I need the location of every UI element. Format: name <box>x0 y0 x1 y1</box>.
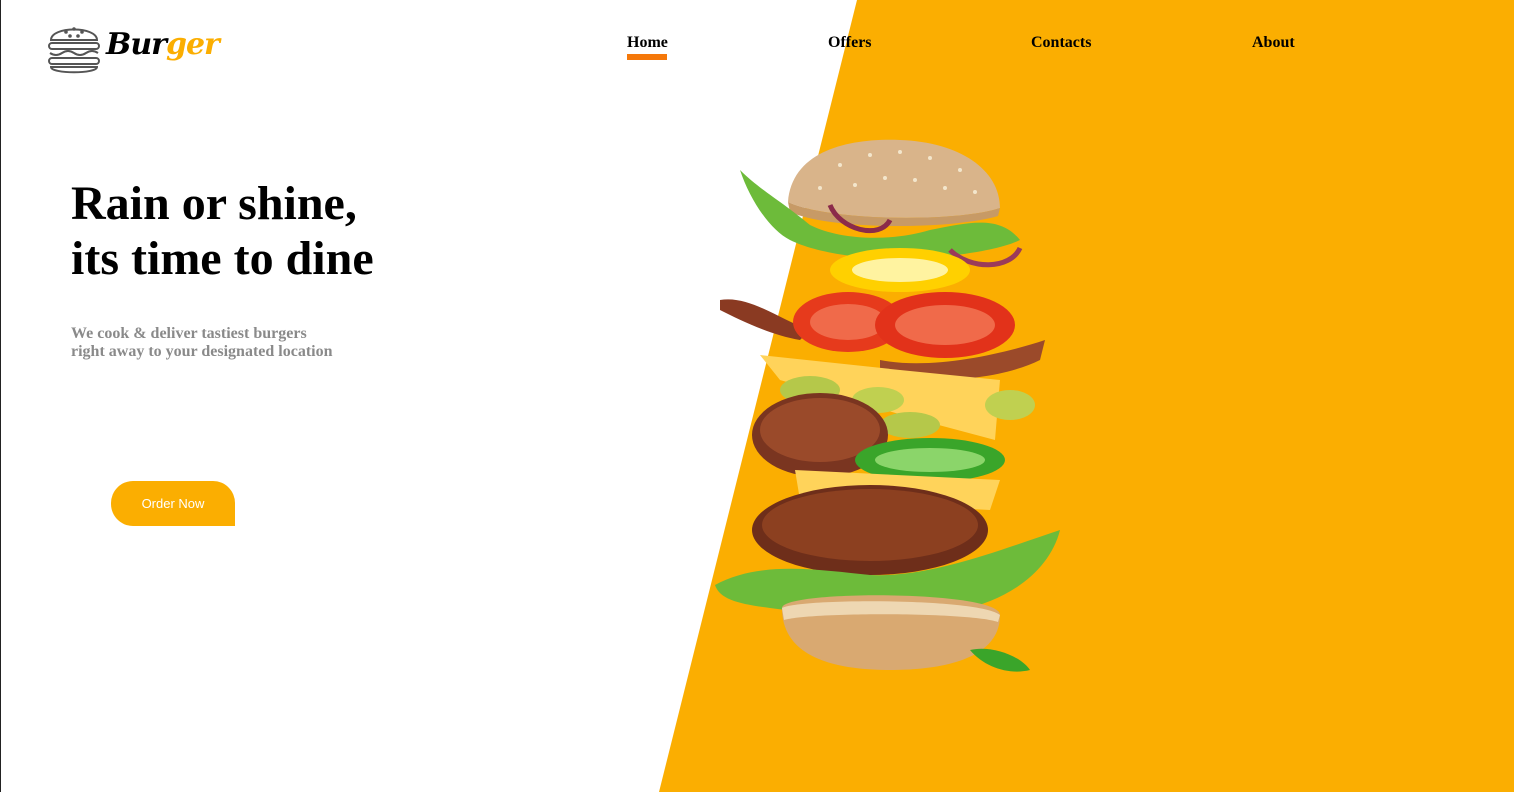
hero-title-line2: its time to dine <box>71 232 374 285</box>
nav-active-indicator <box>627 54 667 60</box>
nav-contacts[interactable]: Contacts <box>1031 34 1091 52</box>
nav-home[interactable]: Home <box>627 34 668 52</box>
hero-subtitle-line1: We cook & deliver tastiest burgers <box>71 325 307 342</box>
hero-title-line1: Rain or shine, <box>71 177 357 230</box>
hero-subtitle: We cook & deliver tastiest burgers right… <box>71 325 332 361</box>
nav-about[interactable]: About <box>1252 34 1295 52</box>
order-now-button[interactable]: Order Now <box>111 481 235 526</box>
flying-burger-image <box>700 130 1080 700</box>
main-nav: Home Offers Contacts About <box>0 34 1514 64</box>
hero-title: Rain or shine, its time to dine <box>71 176 374 286</box>
hero-subtitle-line2: right away to your designated location <box>71 343 333 360</box>
nav-offers[interactable]: Offers <box>828 34 872 52</box>
